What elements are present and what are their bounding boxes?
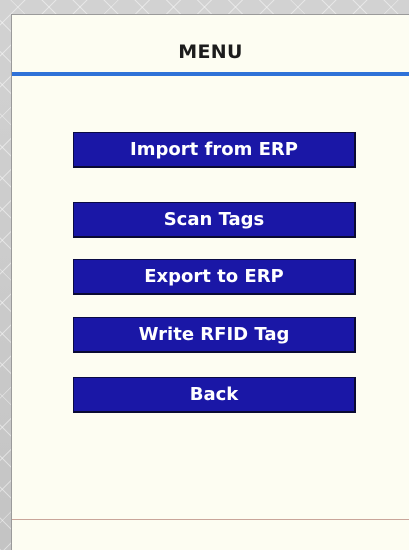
- menu-title: MENU: [178, 41, 243, 63]
- back-button[interactable]: Back: [73, 377, 356, 413]
- scan-tags-button[interactable]: Scan Tags: [73, 202, 356, 238]
- menu-screen: MENU Import from ERP Scan Tags Export to…: [11, 14, 409, 550]
- write-rfid-tag-button[interactable]: Write RFID Tag: [73, 317, 356, 353]
- export-to-erp-button[interactable]: Export to ERP: [73, 259, 356, 295]
- title-divider: [12, 72, 409, 76]
- status-bar: [12, 519, 409, 550]
- import-from-erp-button[interactable]: Import from ERP: [73, 132, 356, 168]
